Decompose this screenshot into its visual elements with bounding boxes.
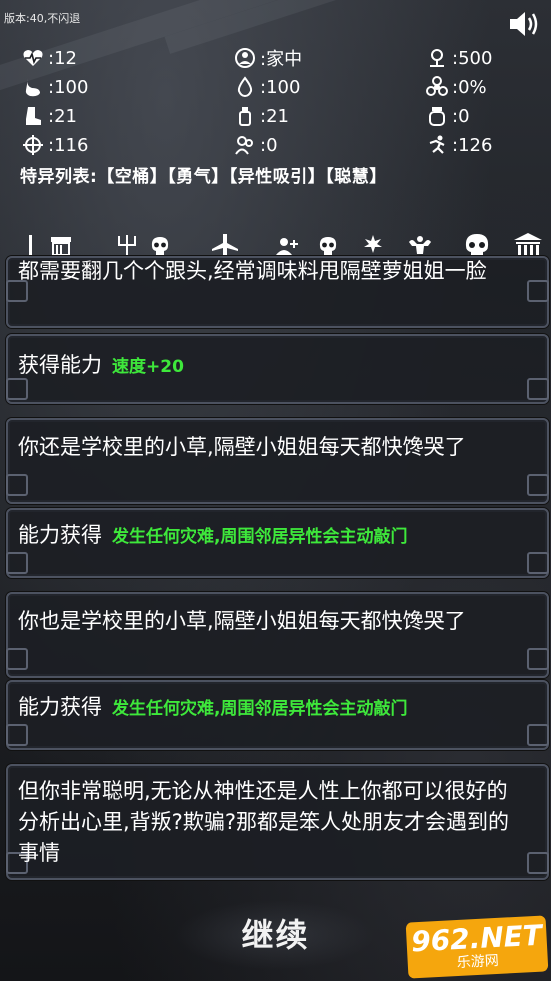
stat-value: :12 [48,47,77,69]
event-label: 能力获得 [18,523,102,547]
event-card: 但你非常聪明,无论从神性还是人性上你都可以很好的分析出心里,背叛?欺骗?那都是笨… [6,764,549,880]
version-label: 版本:40,不闪退 [4,12,81,25]
traits-list: 特异列表:【空桶】【勇气】【异性吸引】【聪慧】 [20,167,387,187]
heart-pulse-icon [20,47,46,69]
stat-value: :家中 [260,49,303,70]
stat-food: :0 [424,102,470,130]
globe-person-icon [232,47,258,69]
site-watermark: 962.NET 乐游网 [405,915,549,979]
event-card: 获得能力 速度+20 [6,334,549,404]
event-value: 发生任何灾难,周围邻居异性会主动敲门 [112,699,408,719]
stat-infection: :0% [424,73,487,101]
event-label: 能力获得 [18,695,102,719]
speaker-icon [510,12,538,36]
stat-speed: :126 [424,131,492,159]
location-pin-icon [424,47,450,69]
stat-value: :0% [452,76,487,98]
event-label: 获得能力 [18,353,102,377]
crosshair-icon [20,134,46,156]
watermark-main: 962.NET [410,918,543,959]
event-card: 能力获得 发生任何灾难,周围邻居异性会主动敲门 [6,508,549,578]
boot-icon [20,105,46,127]
add-user-icon [276,238,298,255]
stat-value: :21 [260,105,289,127]
event-card: 你还是学校里的小草,隔壁小姐姐每天都快馋哭了 [6,418,549,504]
biohazard-icon [424,76,450,98]
stat-location: :家中 [232,44,302,72]
event-card: 都需要翻几个个跟头,经常调味料甩隔壁萝姐姐一脸 [6,256,549,328]
stat-value: :0 [452,105,470,127]
stomach-icon [20,76,46,98]
event-card: 你也是学校里的小草,隔壁小姐姐每天都快馋哭了 [6,592,549,678]
stat-value: :100 [260,76,301,98]
event-text: 都需要翻几个个跟头,经常调味料甩隔壁萝姐姐一脸 [18,259,487,283]
stat-value: :21 [48,105,77,127]
stat-attack: :116 [20,131,88,159]
jar-icon [424,105,450,127]
stat-value: :500 [452,47,493,69]
stat-value: :100 [48,76,89,98]
stat-hunger: :100 [20,73,88,101]
water-drop-icon [232,76,258,98]
event-value: 速度+20 [112,357,184,377]
stat-money: :500 [424,44,492,72]
stat-thirst: :100 [232,73,300,101]
stat-health: :12 [20,44,77,72]
group-icon [232,134,258,156]
watermark-sub: 乐游网 [456,952,500,972]
stat-followers: :0 [232,131,278,159]
event-text: 但你非常聪明,无论从神性还是人性上你都可以很好的分析出心里,背叛?欺骗?那都是笨… [18,779,509,865]
stat-value: :126 [452,134,493,156]
skull-icon [151,237,169,255]
skull-icon [319,237,337,255]
event-text: 你还是学校里的小草,隔壁小姐姐每天都快馋哭了 [18,435,466,459]
bottle-icon [232,105,258,127]
runner-icon [424,134,450,156]
stat-value: :0 [260,134,278,156]
strongman-icon [409,236,431,254]
stat-stamina: :21 [20,102,77,130]
sound-toggle[interactable] [507,8,543,40]
stat-value: :116 [48,134,89,156]
event-value: 发生任何灾难,周围邻居异性会主动敲门 [112,527,408,547]
event-text: 你也是学校里的小草,隔壁小姐姐每天都快馋哭了 [18,609,466,633]
event-card: 能力获得 发生任何灾难,周围邻居异性会主动敲门 [6,680,549,750]
stat-water: :21 [232,102,289,130]
